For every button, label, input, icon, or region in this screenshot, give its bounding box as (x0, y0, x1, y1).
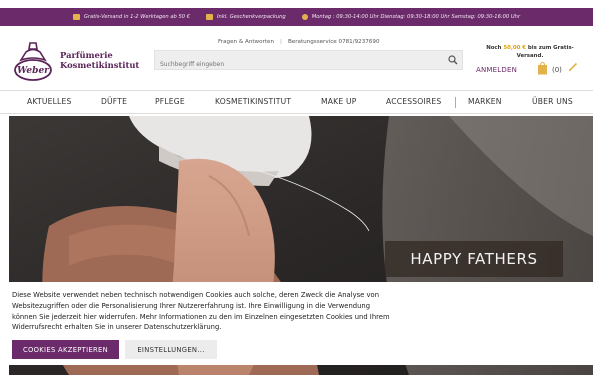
gift-icon (206, 14, 214, 20)
search-input[interactable] (155, 55, 440, 74)
page: Gratis-Versand in 1-2 Werktagen ab 50 € … (0, 0, 600, 375)
brand-name[interactable]: Parfümerie Kosmetikinstitut (60, 50, 139, 70)
search-box (154, 50, 463, 74)
cookie-text: Diese Website verwendet neben technisch … (12, 291, 390, 332)
ship-prefix: Noch (486, 45, 502, 51)
logo[interactable]: Weber (12, 40, 54, 82)
nav-item-pflege[interactable]: PFLEGE (155, 97, 185, 106)
info-gift: Inkl. Geschenkverpackung (206, 14, 286, 20)
info-hours: Montag : 09:30-14:00 Uhr Dienstag: 09:30… (301, 14, 521, 20)
header-links: Fragen & Antworten | Beratungsservice 07… (218, 39, 380, 45)
truck-icon (72, 14, 80, 20)
main-nav: AKTUELLES DÜFTE PFLEGE KOSMETIKINSTITUT … (0, 90, 593, 114)
info-bar: Gratis-Versand in 1-2 Werktagen ab 50 € … (0, 8, 593, 26)
shopping-bag-icon[interactable] (537, 62, 548, 75)
search-icon[interactable] (448, 55, 458, 65)
info-hours-text: Montag : 09:30-14:00 Uhr Dienstag: 09:30… (311, 14, 521, 20)
info-shipping-text: Gratis-Versand in 1-2 Werktagen ab 50 € (83, 14, 191, 20)
nav-item-duefte[interactable]: DÜFTE (101, 97, 127, 106)
cookie-banner: Diese Website verwendet neben technisch … (0, 282, 596, 365)
ship-suffix: bis zum Gratis-Versand. (516, 45, 574, 59)
info-shipping: Gratis-Versand in 1-2 Werktagen ab 50 € (72, 14, 191, 20)
nav-item-accessoires[interactable]: ACCESSOIRES (386, 97, 441, 106)
nav-divider (455, 97, 456, 108)
info-gift-text: Inkl. Geschenkverpackung (217, 14, 286, 20)
logo-text: Weber (17, 66, 50, 76)
pencil-icon[interactable] (568, 62, 578, 72)
nav-item-make-up[interactable]: MAKE UP (321, 97, 356, 106)
accept-cookies-button[interactable]: COOKIES AKZEPTIEREN (12, 340, 119, 359)
nav-item-aktuelles[interactable]: AKTUELLES (27, 97, 71, 106)
nav-item-ueber-uns[interactable]: ÜBER UNS (532, 97, 573, 106)
cookie-settings-button[interactable]: EINSTELLUNGEN... (125, 340, 217, 359)
link-separator: | (280, 39, 282, 45)
brand-line-1: Parfümerie (60, 50, 113, 60)
free-shipping-note: Noch 50,00 € bis zum Gratis-Versand. (480, 44, 580, 60)
faq-link[interactable]: Fragen & Antworten (218, 39, 274, 45)
nav-item-marken[interactable]: MARKEN (468, 97, 502, 106)
cart-count[interactable]: (0) (552, 66, 562, 74)
ship-amount: 50,00 € (503, 45, 527, 51)
hero-caption: HAPPY FATHERS (385, 241, 563, 277)
clock-icon (301, 14, 308, 20)
nav-item-kosmetikinstitut[interactable]: KOSMETIKINSTITUT (215, 97, 291, 106)
brand-line-2: Kosmetikinstitut (60, 60, 140, 70)
login-link[interactable]: ANMELDEN (476, 66, 517, 74)
service-phone-link[interactable]: Beratungsservice 0781/9237690 (288, 39, 380, 45)
